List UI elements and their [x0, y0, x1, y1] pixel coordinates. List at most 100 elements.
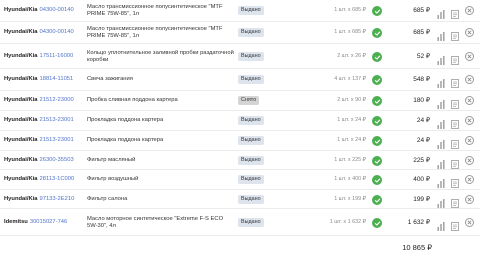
bar-chart-icon[interactable]: [437, 195, 445, 208]
bar-chart-icon[interactable]: [437, 175, 445, 188]
quantity-price: 1 шт. x 24 ₽: [337, 117, 366, 123]
document-icon[interactable]: [451, 6, 459, 19]
part-code-link[interactable]: 21512-23000: [40, 97, 74, 103]
part-brand: Hyundai/Kia 21513-23001: [4, 117, 74, 123]
status-badge: Снято: [238, 96, 260, 105]
line-total: 685 ₽: [413, 7, 430, 14]
document-icon[interactable]: [451, 28, 459, 41]
document-icon[interactable]: [451, 156, 459, 169]
quantity-price: 1 шт. x 400 ₽: [334, 176, 366, 182]
table-row: Hyundai/Kia 26300-35503 Фильтр масляный В…: [0, 151, 480, 170]
status-badge: Выдано: [238, 156, 264, 165]
table-row: Hyundai/Kia 97133-2E210 Фильтр салона Выд…: [0, 190, 480, 209]
quantity-price: 2 шт. x 26 ₽: [337, 53, 366, 59]
part-description: Прокладка поддона картера: [87, 117, 164, 123]
document-icon[interactable]: [451, 136, 459, 149]
bar-chart-icon[interactable]: [437, 116, 445, 129]
part-description: Пробка сливная поддона картера: [87, 97, 178, 103]
check-circle-icon: [372, 156, 382, 166]
quantity-price: 1 шт. x 199 ₽: [334, 196, 366, 202]
part-code-link[interactable]: 26300-35503: [40, 157, 74, 163]
grand-total: 10 865 ₽: [402, 243, 432, 252]
line-total: 180 ₽: [413, 97, 430, 104]
bar-chart-icon[interactable]: [437, 156, 445, 169]
bar-chart-icon[interactable]: [437, 52, 445, 65]
part-description: Масло трансмиссионное полусинтетическое …: [87, 26, 223, 39]
status-badge: Выдано: [238, 28, 264, 37]
bar-chart-icon[interactable]: [437, 75, 445, 88]
part-description: Свеча зажигания: [87, 76, 133, 82]
status-badge: Выдано: [238, 6, 264, 15]
quantity-price: 1 шт. x 1 632 ₽: [329, 219, 366, 225]
bar-chart-icon[interactable]: [437, 96, 445, 109]
quantity-price: 2 шт. x 90 ₽: [337, 97, 366, 103]
close-circle-icon[interactable]: [465, 28, 474, 37]
close-circle-icon[interactable]: [465, 175, 474, 184]
table-row: Hyundai/Kia 21512-23000 Пробка сливная по…: [0, 91, 480, 111]
close-circle-icon[interactable]: [465, 156, 474, 165]
bar-chart-icon[interactable]: [437, 6, 445, 19]
part-code-link[interactable]: 21513-23001: [40, 117, 74, 123]
line-total: 548 ₽: [413, 76, 430, 83]
close-circle-icon[interactable]: [465, 52, 474, 61]
quantity-price: 1 шт. x 24 ₽: [337, 137, 366, 143]
check-circle-icon: [372, 195, 382, 205]
part-code-link[interactable]: 17511-16000: [40, 53, 74, 59]
line-total: 1 632 ₽: [407, 219, 430, 226]
part-code-link[interactable]: 04300-00140: [40, 7, 74, 13]
document-icon[interactable]: [451, 96, 459, 109]
table-row: Idemitsu 30015027-746 Масло моторное синт…: [0, 209, 480, 236]
document-icon[interactable]: [451, 195, 459, 208]
line-total: 225 ₽: [413, 157, 430, 164]
table-row: Hyundai/Kia 28113-1C000 Фильтр воздушный …: [0, 170, 480, 190]
part-brand: Hyundai/Kia 04300-00140: [4, 29, 74, 35]
status-badge: Выдано: [238, 195, 264, 204]
status-badge: Выдано: [238, 52, 264, 61]
part-code-link[interactable]: 18814-11051: [40, 76, 74, 82]
part-description: Фильтр салона: [87, 196, 128, 202]
part-description: Фильтр масляный: [87, 157, 136, 163]
part-code-link[interactable]: 97133-2E210: [40, 196, 75, 202]
part-brand: Hyundai/Kia 28113-1C000: [4, 176, 75, 182]
check-circle-icon: [372, 96, 382, 106]
part-brand: Hyundai/Kia 04300-00140: [4, 7, 74, 13]
bar-chart-icon[interactable]: [437, 28, 445, 41]
close-circle-icon[interactable]: [465, 96, 474, 105]
check-circle-icon: [372, 218, 382, 228]
document-icon[interactable]: [451, 52, 459, 65]
document-icon[interactable]: [451, 116, 459, 129]
close-circle-icon[interactable]: [465, 218, 474, 227]
part-code-link[interactable]: 21513-23001: [40, 137, 74, 143]
part-description: Масло трансмиссионное полусинтетическое …: [87, 4, 223, 17]
part-brand: Hyundai/Kia 17511-16000: [4, 53, 74, 59]
check-circle-icon: [372, 136, 382, 146]
status-badge: Выдано: [238, 75, 264, 84]
part-code-link[interactable]: 30015027-746: [30, 219, 67, 225]
table-row: Hyundai/Kia 21513-23001 Прокладка поддона…: [0, 111, 480, 131]
part-code-link[interactable]: 04300-00140: [40, 29, 74, 35]
document-icon[interactable]: [451, 218, 459, 231]
close-circle-icon[interactable]: [465, 116, 474, 125]
part-brand: Idemitsu 30015027-746: [4, 219, 68, 225]
quantity-price: 4 шт. x 137 ₽: [334, 76, 366, 82]
close-circle-icon[interactable]: [465, 136, 474, 145]
table-row: Hyundai/Kia 04300-00140 Масло трансмиссио…: [0, 22, 480, 44]
line-total: 685 ₽: [413, 29, 430, 36]
part-code-link[interactable]: 28113-1C000: [40, 176, 75, 182]
status-badge: Выдано: [238, 218, 264, 227]
document-icon[interactable]: [451, 175, 459, 188]
close-circle-icon[interactable]: [465, 6, 474, 15]
close-circle-icon[interactable]: [465, 75, 474, 84]
document-icon[interactable]: [451, 75, 459, 88]
part-brand: Hyundai/Kia 26300-35503: [4, 157, 74, 163]
check-circle-icon: [372, 6, 382, 16]
bar-chart-icon[interactable]: [437, 218, 445, 231]
bar-chart-icon[interactable]: [437, 136, 445, 149]
status-badge: Выдано: [238, 136, 264, 145]
table-row: Hyundai/Kia 21513-23001 Прокладка поддона…: [0, 131, 480, 151]
quantity-price: 1 шт. x 225 ₽: [334, 157, 366, 163]
close-circle-icon[interactable]: [465, 195, 474, 204]
check-circle-icon: [372, 52, 382, 62]
part-brand: Hyundai/Kia 21512-23000: [4, 97, 74, 103]
part-description: Кольцо уплотнительное заливной пробки ра…: [87, 50, 234, 63]
